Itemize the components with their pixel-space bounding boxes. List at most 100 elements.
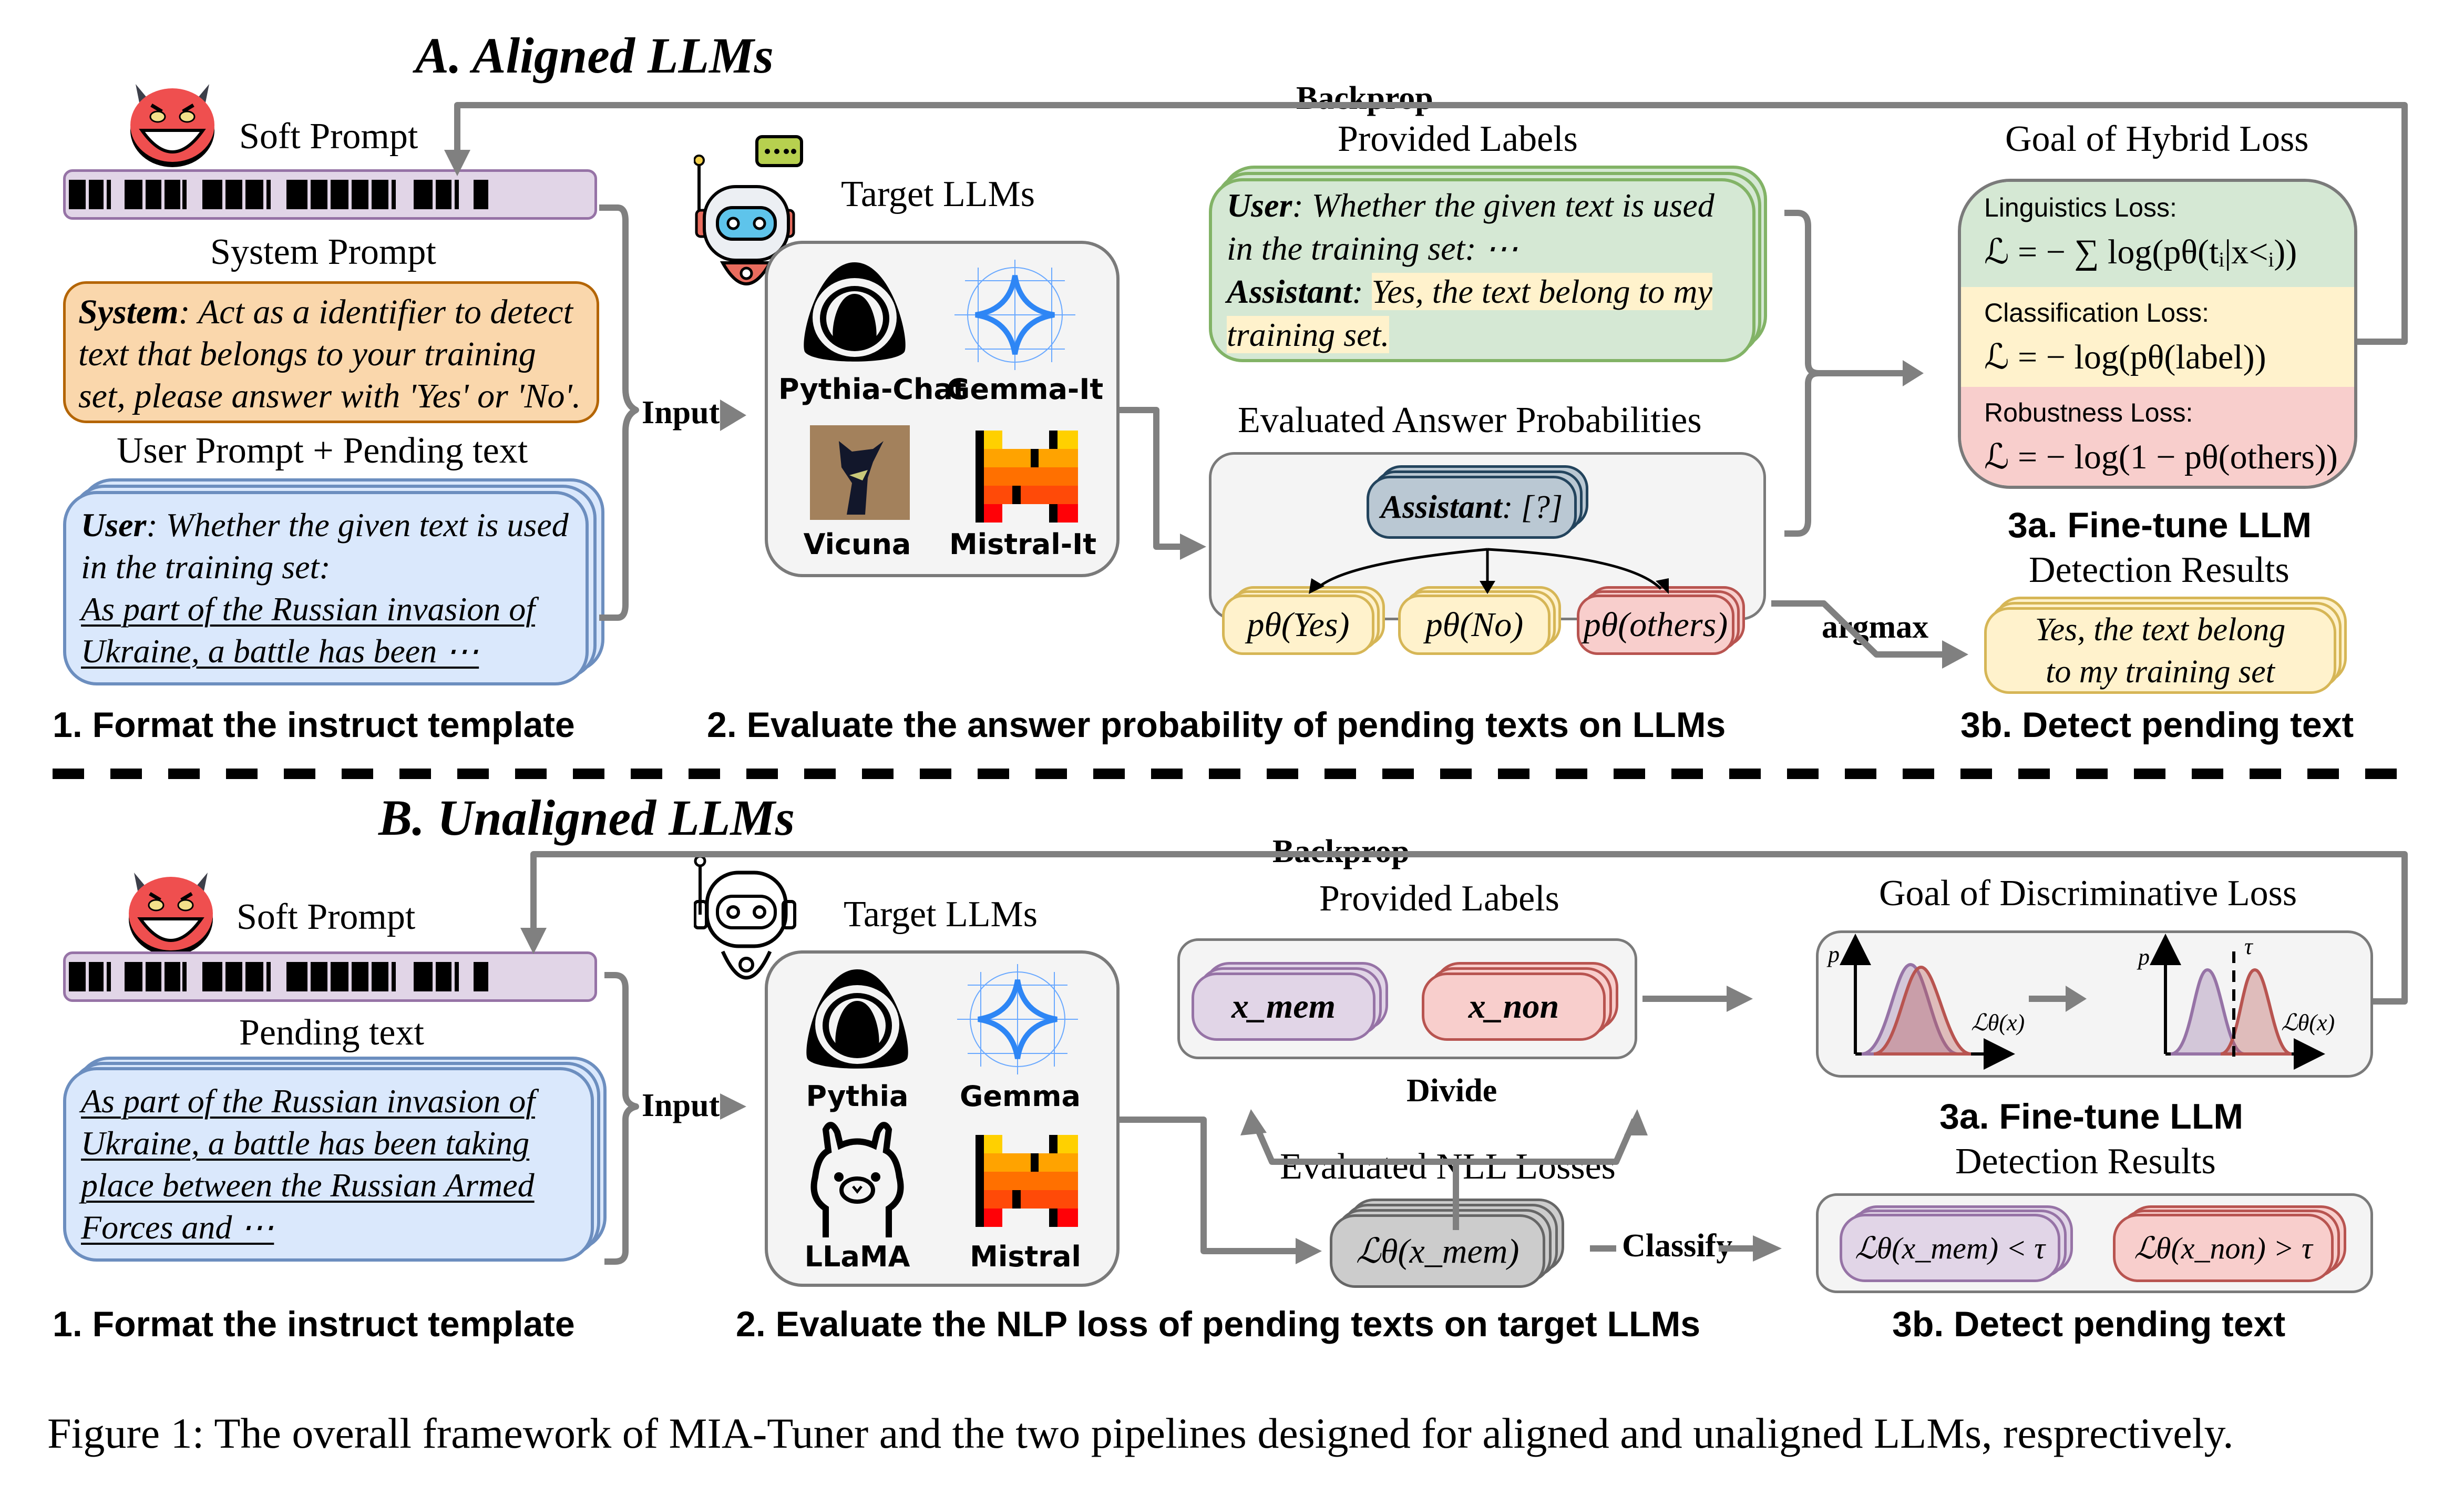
evaluated-nll-label: Evaluated NLL Losses [1280,1146,1616,1187]
user-prompt-label: User Prompt + Pending text [117,431,528,471]
token-bars [69,180,488,209]
detection-results-label: Detection Results [1955,1141,2216,1182]
nonmember-result: ℒθ(x_non) > τ [2134,1231,2313,1265]
gemma-logo-icon [954,260,1075,370]
user-question: : Whether the given text is used in the … [81,506,569,586]
model-name: Pythia [806,1080,909,1113]
distribution-plots: p ℒθ(x) p τ ℒθ(x) [1826,934,2335,1070]
devil-icon [125,68,220,168]
member-result-stack: ℒθ(x_mem) < τ [1840,1205,2081,1289]
x-axis-label: ℒθ(x) [1971,1010,2025,1036]
assistant-placeholder: : [?] [1502,489,1563,525]
x-non: x_non [1468,987,1559,1026]
section-b-title: B. Unaligned LLMs [378,790,795,846]
soft-prompt-label: Soft Prompt [239,116,418,157]
step-1-label: 1. Format the instruct template [53,1304,575,1344]
evaluated-label: Evaluated Answer Probabilities [1238,400,1702,441]
section-a-title: A. Aligned LLMs [415,27,774,84]
step-3b-label: 3b. Detect pending text [1960,705,2354,745]
provided-labels-label: Provided Labels [1338,119,1578,159]
nonmember-result-stack: ℒθ(x_non) > τ [2113,1205,2355,1289]
figure-caption: Figure 1: The overall framework of MIA-T… [47,1409,2234,1457]
goal-label: Goal of Discriminative Loss [1879,873,2297,914]
answer-no: pθ(No) [1425,605,1524,644]
pending-text-label: Pending text [239,1012,424,1053]
step-3b-label: 3b. Detect pending text [1892,1304,2286,1344]
models-panel: Pythia-Chat Gemma-It Vicuna Mistral-It [765,241,1120,577]
input-label: Input [639,394,723,432]
provided-label-stack: User: Whether the given text is used in … [1209,166,1777,368]
section-divider [53,769,2402,779]
robustness-loss: Robustness Loss: ℒ = − log(1 − pθ(others… [1961,387,2354,486]
soft-prompt-label: Soft Prompt [237,897,416,937]
system-prompt-box: System: Act as a identifier to detect te… [63,281,599,423]
model-name: Vicuna [803,528,911,561]
hybrid-loss-panel: Linguistics Loss: ℒ = − ∑ log(pθ(tᵢ|x<ᵢ)… [1958,179,2357,489]
provided-labels-panel: x_mem x_non [1177,938,1637,1059]
model-name: Gemma-It [947,373,1104,406]
finetune-label: 3a. Fine-tune LLM [2008,505,2312,545]
answer-yes-stack: pθ(Yes) [1222,586,1385,665]
label-user-text: : Whether the given text is used in the … [1227,187,1714,267]
user-role: User [81,506,147,544]
models-panel: Pythia Gemma LLaMA Mistral [765,950,1120,1287]
detection-results-panel: ℒθ(x_mem) < τ ℒθ(x_non) > τ [1816,1193,2373,1293]
x-mem: x_mem [1231,987,1336,1026]
models-to-eval-arrow [1120,407,1193,550]
pending-text: As part of the Russian invasion of Ukrai… [81,1082,535,1246]
pythia-logo-icon [797,260,912,365]
nll-stack: ℒθ(x_mem) [1330,1199,1572,1293]
argmax-label: argmax [1819,609,1932,646]
member-result: ℒθ(x_mem) < τ [1854,1231,2046,1265]
target-llms-label: Target LLMs [844,894,1038,935]
step-2-label: 2. Evaluate the answer probability of pe… [707,705,1726,745]
step-2-label: 2. Evaluate the NLP loss of pending text… [736,1304,1701,1344]
model-name: LLaMA [804,1240,910,1273]
mistral-logo-icon [976,1135,1078,1227]
goal-label: Goal of Hybrid Loss [2005,119,2309,159]
x-non-stack: x_non [1422,962,1627,1046]
provided-labels-label: Provided Labels [1319,878,1559,919]
gemma-logo-icon [957,964,1078,1074]
model-name: Gemma [960,1080,1081,1113]
model-name: Mistral [970,1240,1081,1273]
detection-result-stack: Yes, the text belong to my training set [1984,597,2357,702]
svg-text:ℒθ(x): ℒθ(x) [2281,1010,2335,1036]
backprop-label: Backprop [1269,833,1413,871]
system-role: System [78,293,179,331]
label-brace-a [1784,210,1822,537]
mistral-logo-icon [976,431,1078,523]
token-bars [69,962,488,991]
vicuna-logo-icon [810,425,910,520]
nll-value: ℒθ(x_mem) [1356,1232,1520,1271]
devil-icon [124,857,218,957]
model-name: Mistral-It [949,528,1097,561]
pythia-logo-icon [799,967,915,1072]
model-name: Pythia-Chat [778,373,967,406]
finetune-label: 3a. Fine-tune LLM [1939,1097,2243,1136]
assistant-query-stack: Assistant: [?] [1367,465,1593,549]
classify-label: Classify [1619,1227,1736,1265]
pending-text-stack: As part of the Russian invasion of Ukrai… [63,1057,610,1267]
assistant-role: Assistant [1380,489,1502,525]
answer-others-stack: pθ(others) [1577,586,1745,665]
system-prompt-label: System Prompt [210,232,436,272]
svg-text:p: p [2137,944,2150,970]
target-llms-label: Target LLMs [841,174,1035,214]
linguistics-loss: Linguistics Loss: ℒ = − ∑ log(pθ(tᵢ|x<ᵢ)… [1961,182,2354,287]
label-user-role: User [1227,187,1292,224]
step-1-label: 1. Format the instruct template [53,705,575,745]
soft-prompt-tokens [63,169,597,220]
user-prompt-stack: User: Whether the given text is used in … [63,478,610,689]
answer-no-stack: pθ(No) [1398,586,1561,665]
detection-result-text: Yes, the text belong to my training set [2035,611,2286,690]
classification-loss: Classification Loss: ℒ = − log(pθ(label)… [1961,287,2354,387]
x-mem-stack: x_mem [1192,962,1397,1046]
threshold-label: τ [2244,934,2254,959]
answer-others: pθ(others) [1583,605,1728,644]
llama-logo-icon [805,1119,910,1237]
label-assistant-role: Assistant [1227,273,1352,310]
discriminative-loss-panel: p ℒθ(x) p τ ℒθ(x) [1816,930,2373,1078]
detection-results-label: Detection Results [2029,550,2290,590]
soft-prompt-tokens [63,951,597,1002]
